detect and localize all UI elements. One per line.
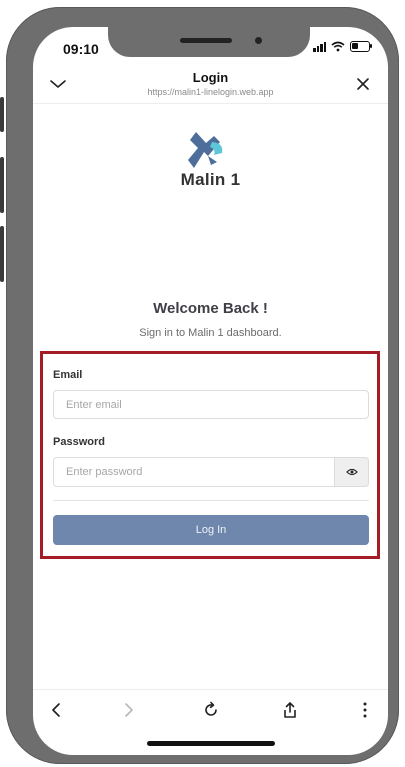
home-indicator bbox=[147, 741, 275, 746]
password-label: Password bbox=[53, 436, 105, 448]
malin-logo-icon bbox=[188, 132, 223, 168]
status-time: 09:10 bbox=[63, 41, 99, 57]
password-field-wrapper bbox=[53, 457, 335, 487]
welcome-heading: Welcome Back ! bbox=[153, 300, 268, 317]
notch bbox=[108, 27, 310, 57]
eye-icon bbox=[345, 468, 358, 476]
back-icon[interactable] bbox=[42, 696, 70, 724]
front-camera bbox=[255, 37, 262, 44]
wifi-icon bbox=[331, 41, 345, 52]
speaker bbox=[180, 38, 232, 43]
volume-down-button bbox=[0, 226, 4, 282]
phone-frame: 09:10 Login https://malin1-linelogin.web… bbox=[6, 7, 399, 764]
password-field[interactable] bbox=[54, 458, 334, 486]
password-group bbox=[53, 457, 369, 487]
page-url: https://malin1-linelogin.web.app bbox=[147, 87, 274, 97]
phone-screen: 09:10 Login https://malin1-linelogin.web… bbox=[33, 27, 388, 755]
login-button[interactable]: Log In bbox=[53, 515, 369, 545]
page-title: Login bbox=[192, 70, 229, 85]
reload-icon[interactable] bbox=[197, 696, 225, 724]
email-field[interactable] bbox=[54, 391, 368, 418]
show-password-button[interactable] bbox=[335, 457, 369, 487]
signal-icon bbox=[313, 41, 326, 52]
forward-icon[interactable] bbox=[115, 696, 143, 724]
share-icon[interactable] bbox=[276, 696, 304, 724]
welcome-subheading: Sign in to Malin 1 dashboard. bbox=[139, 327, 282, 339]
browser-toolbar bbox=[33, 689, 388, 730]
silent-switch bbox=[0, 97, 4, 132]
form-divider bbox=[53, 500, 369, 501]
battery-icon bbox=[350, 41, 372, 52]
brand-name: Malin 1 bbox=[180, 170, 241, 189]
email-field-wrapper bbox=[53, 390, 369, 419]
more-icon[interactable] bbox=[351, 696, 379, 724]
status-icons bbox=[313, 41, 372, 52]
browser-header: Login https://malin1-linelogin.web.app bbox=[33, 63, 388, 104]
volume-up-button bbox=[0, 157, 4, 213]
email-label: Email bbox=[53, 369, 83, 381]
close-icon[interactable] bbox=[350, 71, 376, 97]
